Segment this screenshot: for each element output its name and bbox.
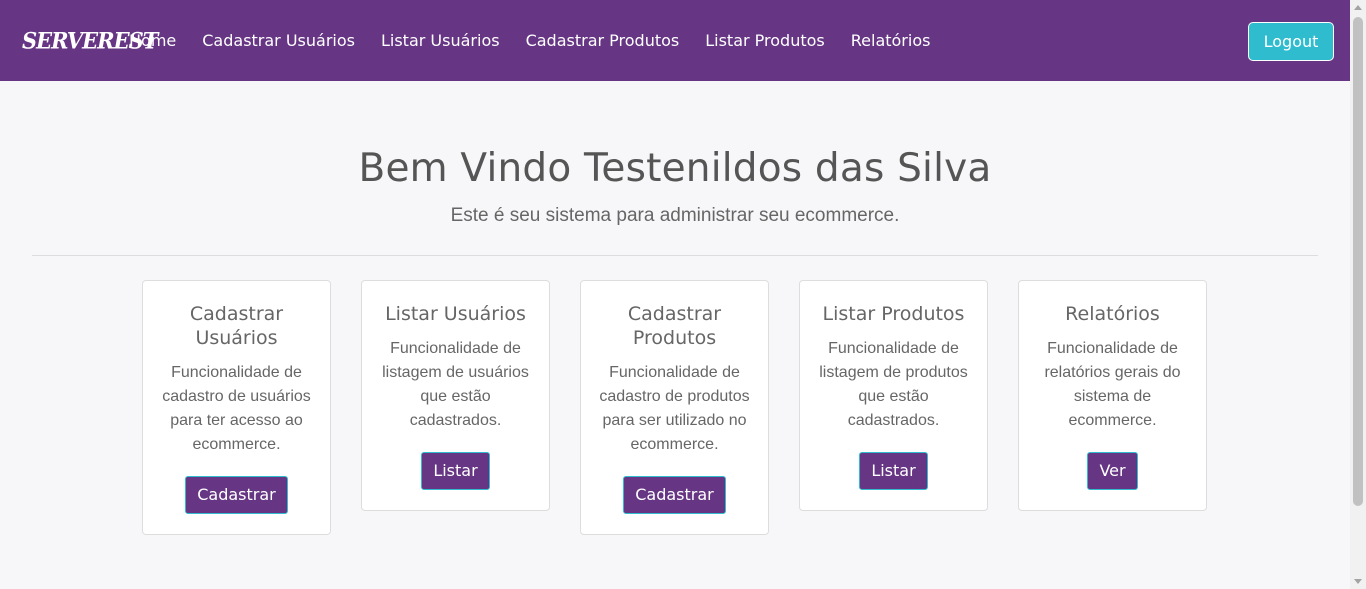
card-cadastrar-produtos: Cadastrar Produtos Funcionalidade de cad… [580,280,769,535]
nav-link-home[interactable]: Home [129,31,176,50]
cadastrar-usuarios-button[interactable]: Cadastrar [185,476,288,514]
card-listar-produtos: Listar Produtos Funcionalidade de listag… [799,280,988,511]
navbar: SERVEREST Home Cadastrar Usuários Listar… [0,0,1350,81]
nav-link-relatorios[interactable]: Relatórios [851,31,931,50]
nav-link-cadastrar-usuarios[interactable]: Cadastrar Usuários [202,31,355,50]
divider [32,255,1318,256]
card-title: Relatórios [1065,303,1160,325]
welcome-title: Bem Vindo Testenildos das Silva [358,146,992,191]
page-scrollbar[interactable] [1350,0,1366,589]
scroll-thumb[interactable] [1353,17,1363,506]
cadastrar-produtos-button[interactable]: Cadastrar [623,476,726,514]
card-description: Funcionalidade de listagem de produtos q… [819,340,968,429]
card-description: Funcionalidade de listagem de usuários q… [382,340,529,429]
main-content: Bem Vindo Testenildos das Silva Este é s… [0,81,1350,589]
ver-relatorios-button[interactable]: Ver [1087,452,1138,490]
card-relatorios: Relatórios Funcionalidade de relatórios … [1018,280,1207,511]
card-description: Funcionalidade de relatórios gerais do s… [1044,340,1181,429]
card-cadastrar-usuarios: Cadastrar Usuários Funcionalidade de cad… [142,280,331,535]
nav-link-cadastrar-produtos[interactable]: Cadastrar Produtos [526,31,680,50]
welcome-subtitle: Este é seu sistema para administrar seu … [450,205,900,226]
card-title: Listar Usuários [385,303,526,325]
card-description: Funcionalidade de cadastro de usuários p… [162,364,311,453]
card-listar-usuarios: Listar Usuários Funcionalidade de listag… [361,280,550,511]
nav-links: Home Cadastrar Usuários Listar Usuários … [129,0,956,81]
card-title: Cadastrar Usuários [189,303,284,349]
listar-usuarios-button[interactable]: Listar [421,452,490,490]
scroll-up-arrow-icon[interactable] [1354,5,1362,10]
scroll-down-arrow-icon[interactable] [1354,579,1362,584]
card-title: Cadastrar Produtos [627,303,722,349]
nav-link-listar-usuarios[interactable]: Listar Usuários [381,31,500,50]
card-description: Funcionalidade de cadastro de produtos p… [599,364,750,453]
logout-button[interactable]: Logout [1248,22,1334,61]
listar-produtos-button[interactable]: Listar [859,452,928,490]
card-title: Listar Produtos [822,303,965,325]
nav-link-listar-produtos[interactable]: Listar Produtos [705,31,825,50]
